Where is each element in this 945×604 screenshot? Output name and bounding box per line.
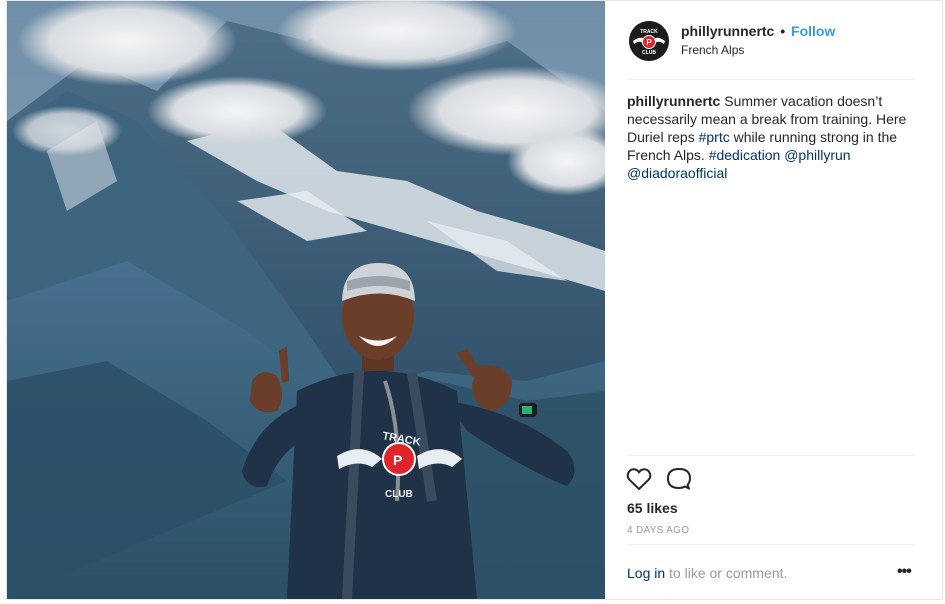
post-sidebar: TRACK P CLUB phillyrunnertc • Follow Fre…	[605, 1, 942, 599]
caption-username[interactable]: phillyrunnertc	[627, 93, 720, 109]
avatar-logo-center: P	[646, 38, 652, 47]
login-link[interactable]: Log in	[627, 565, 665, 581]
track-club-logo: TRACK P CLUB	[629, 21, 669, 61]
username-link[interactable]: phillyrunnertc	[681, 23, 774, 39]
post-caption: phillyrunnertc Summer vacation doesn’t n…	[627, 92, 917, 182]
heart-icon[interactable]	[625, 465, 653, 493]
separator-dot: •	[780, 23, 786, 39]
comment-icon[interactable]	[665, 465, 693, 493]
follow-button[interactable]: Follow	[791, 23, 835, 39]
post-timestamp[interactable]: 4 DAYS AGO	[627, 525, 689, 536]
login-prompt: Log in to like or comment.	[627, 565, 787, 581]
avatar-logo-bottom: CLUB	[642, 50, 656, 56]
divider	[627, 455, 915, 456]
like-count[interactable]: 65 likes	[627, 500, 678, 516]
mention-diadoraofficial[interactable]: @diadoraofficial	[627, 165, 727, 181]
hashtag-prtc[interactable]: #prtc	[699, 129, 730, 145]
mountain-photo: TRACK P CLUB	[7, 1, 605, 599]
hashtag-dedication[interactable]: #dedication	[709, 147, 781, 163]
username-row: phillyrunnertc • Follow	[681, 23, 835, 39]
post-header: TRACK P CLUB phillyrunnertc • Follow Fre…	[627, 1, 915, 80]
instagram-post: TRACK P CLUB TRACK P CLUB phillyrunnertc	[6, 0, 943, 600]
avatar[interactable]: TRACK P CLUB	[629, 21, 669, 61]
avatar-logo-top: TRACK	[640, 29, 658, 35]
mention-phillyrun[interactable]: @phillyrun	[784, 147, 850, 163]
login-prompt-text: to like or comment.	[665, 565, 788, 581]
shirt-logo-bottom: CLUB	[385, 489, 413, 500]
divider	[627, 544, 915, 545]
more-options-icon[interactable]: •••	[897, 563, 915, 581]
post-photo[interactable]: TRACK P CLUB	[7, 1, 605, 599]
location-link[interactable]: French Alps	[681, 43, 744, 57]
shirt-logo-center: P	[393, 452, 402, 468]
